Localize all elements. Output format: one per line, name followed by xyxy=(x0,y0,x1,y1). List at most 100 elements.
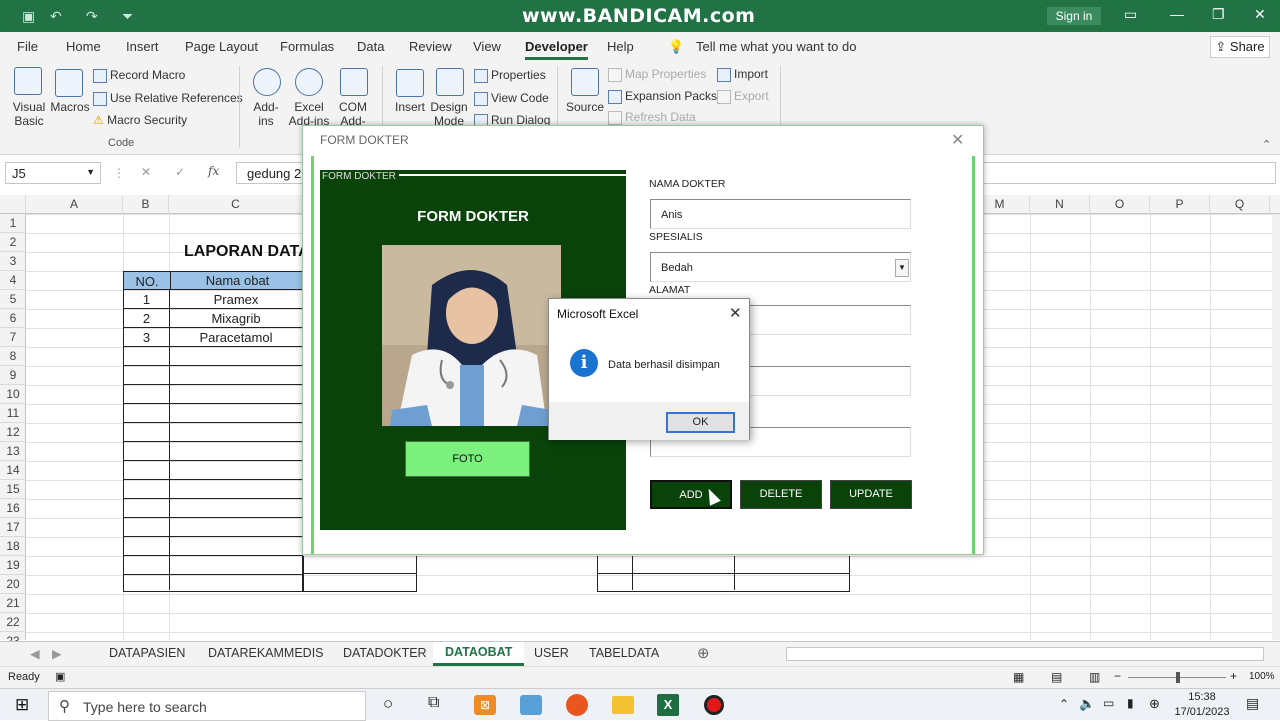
view-code-button[interactable]: View Code xyxy=(474,91,549,106)
zoom-slider-thumb[interactable] xyxy=(1176,672,1180,683)
row-header[interactable]: 9 xyxy=(0,366,26,385)
save-icon[interactable]: ▣ xyxy=(22,8,35,25)
insert-controls-button[interactable]: Insert xyxy=(393,100,427,114)
userform-close-icon[interactable]: ✕ xyxy=(951,130,964,150)
add-sheet-icon[interactable]: ⊕ xyxy=(697,644,710,662)
row-header[interactable]: 15 xyxy=(0,480,26,499)
row-header[interactable]: 20 xyxy=(0,575,26,594)
import-button[interactable]: Import xyxy=(717,67,768,82)
row-header[interactable]: 16 xyxy=(0,499,26,518)
battery-icon[interactable]: ▭ xyxy=(1103,696,1114,710)
map-properties-button[interactable]: Map Properties xyxy=(608,67,706,82)
next-sheet-icon[interactable]: ▶ xyxy=(52,646,62,661)
windows-start-icon[interactable]: ⊞ xyxy=(15,695,29,715)
app-icon[interactable] xyxy=(520,695,542,715)
excel-icon[interactable]: X xyxy=(657,694,679,716)
tab-review[interactable]: Review xyxy=(409,39,452,54)
tab-help[interactable]: Help xyxy=(607,39,634,54)
column-header-n[interactable]: N xyxy=(1030,195,1090,214)
message-box-close-icon[interactable]: ✕ xyxy=(729,304,742,322)
column-header-q[interactable]: Q xyxy=(1210,195,1270,214)
use-relative-references-button[interactable]: Use Relative References xyxy=(93,91,243,106)
dropdown-arrow-icon[interactable]: ▼ xyxy=(86,167,95,177)
zoom-out-icon[interactable]: − xyxy=(1114,669,1121,683)
properties-button[interactable]: Properties xyxy=(474,68,546,83)
tab-view[interactable]: View xyxy=(473,39,501,54)
row-header[interactable]: 17 xyxy=(0,518,26,537)
microphone-icon[interactable]: ▮ xyxy=(1127,696,1134,710)
zoom-level[interactable]: 100% xyxy=(1249,671,1275,682)
row-header[interactable]: 21 xyxy=(0,594,26,613)
file-explorer-icon[interactable] xyxy=(612,696,634,714)
row-header[interactable]: 8 xyxy=(0,347,26,366)
spesialis-combobox[interactable]: Bedah ▼ xyxy=(650,252,911,282)
notifications-icon[interactable]: ▤ xyxy=(1246,695,1259,712)
customize-qat-icon[interactable]: ⏷ xyxy=(122,8,133,25)
macro-security-button[interactable]: ⚠ Macro Security xyxy=(93,113,187,127)
column-header-b[interactable]: B xyxy=(123,195,169,214)
select-all-corner[interactable] xyxy=(0,195,26,214)
share-button[interactable]: ⇪ Share xyxy=(1210,36,1270,58)
ok-button[interactable]: OK xyxy=(666,412,735,433)
add-button[interactable]: ADD xyxy=(650,480,732,509)
row-header[interactable]: 12 xyxy=(0,423,26,442)
sheet-tab-datapasien[interactable]: DATAPASIEN xyxy=(109,646,185,660)
sheet-tab-datarekammedis[interactable]: DATAREKAMMEDIS xyxy=(208,646,324,660)
export-button[interactable]: Export xyxy=(717,89,769,104)
sheet-tab-tabeldata[interactable]: TABELDATA xyxy=(589,646,659,660)
column-header-p[interactable]: P xyxy=(1150,195,1210,214)
page-layout-view-icon[interactable]: ▤ xyxy=(1051,670,1062,684)
row-header[interactable]: 13 xyxy=(0,442,26,461)
tab-formulas[interactable]: Formulas xyxy=(280,39,334,54)
foto-button[interactable]: FOTO xyxy=(405,441,530,477)
clock-time[interactable]: 15:38 xyxy=(1175,691,1229,703)
cortana-icon[interactable]: ○ xyxy=(383,694,393,714)
tell-me-search[interactable]: Tell me what you want to do xyxy=(696,39,856,54)
taskbar-search[interactable]: ⚲ Type here to search xyxy=(48,691,366,721)
minimize-icon[interactable]: — xyxy=(1170,6,1184,22)
sheet-tab-user[interactable]: USER xyxy=(534,646,569,660)
row-header[interactable]: 5 xyxy=(0,290,26,309)
expansion-packs-button[interactable]: Expansion Packs xyxy=(608,89,717,104)
design-mode-button[interactable]: Design Mode xyxy=(430,100,468,128)
tab-insert[interactable]: Insert xyxy=(126,39,159,54)
prev-sheet-icon[interactable]: ◀ xyxy=(30,646,40,661)
row-header[interactable]: 3 xyxy=(0,252,26,271)
redo-icon[interactable]: ↷ xyxy=(86,8,98,25)
row-header[interactable]: 10 xyxy=(0,385,26,404)
dropdown-arrow-icon[interactable]: ▼ xyxy=(895,259,909,277)
network-icon[interactable]: ⊕ xyxy=(1149,696,1160,712)
macros-button[interactable]: Macros xyxy=(50,100,90,114)
nama-dokter-input[interactable]: Anis xyxy=(650,199,911,229)
delete-button[interactable]: DELETE xyxy=(740,480,822,509)
undo-icon[interactable]: ↶ xyxy=(50,8,62,25)
row-header[interactable]: 1 xyxy=(0,214,26,233)
zoom-in-icon[interactable]: + xyxy=(1230,669,1237,683)
enter-icon[interactable]: ✓ xyxy=(175,165,185,179)
task-view-icon[interactable]: ⧉ xyxy=(428,694,439,712)
add-ins-button[interactable]: Add-ins xyxy=(250,100,282,128)
collapse-ribbon-icon[interactable]: ⌃ xyxy=(1262,138,1271,151)
sheet-tab-dataobat[interactable]: DATAOBAT xyxy=(433,642,525,666)
tab-developer[interactable]: Developer xyxy=(525,39,588,60)
row-header[interactable]: 7 xyxy=(0,328,26,347)
vertical-scrollbar[interactable] xyxy=(1272,214,1280,640)
normal-view-icon[interactable]: ▦ xyxy=(1013,670,1024,684)
restore-icon[interactable]: ❐ xyxy=(1212,6,1225,23)
row-header[interactable]: 2 xyxy=(0,233,26,252)
row-header[interactable]: 14 xyxy=(0,461,26,480)
row-header[interactable]: 11 xyxy=(0,404,26,423)
xampp-icon[interactable]: ⊠ xyxy=(474,695,496,715)
tab-home[interactable]: Home xyxy=(66,39,101,54)
row-header[interactable]: 4 xyxy=(0,271,26,290)
update-button[interactable]: UPDATE xyxy=(830,480,912,509)
volume-icon[interactable]: 🔈 xyxy=(1079,696,1095,712)
cancel-icon[interactable]: ✕ xyxy=(141,165,151,179)
horizontal-scrollbar[interactable] xyxy=(786,647,1264,661)
bandicam-record-icon[interactable] xyxy=(704,695,724,715)
source-button[interactable]: Source xyxy=(566,100,604,114)
visual-basic-button[interactable]: Visual Basic xyxy=(10,100,48,128)
sheet-tab-datadokter[interactable]: DATADOKTER xyxy=(343,646,427,660)
column-header-o[interactable]: O xyxy=(1090,195,1150,214)
tab-page-layout[interactable]: Page Layout xyxy=(185,39,258,54)
